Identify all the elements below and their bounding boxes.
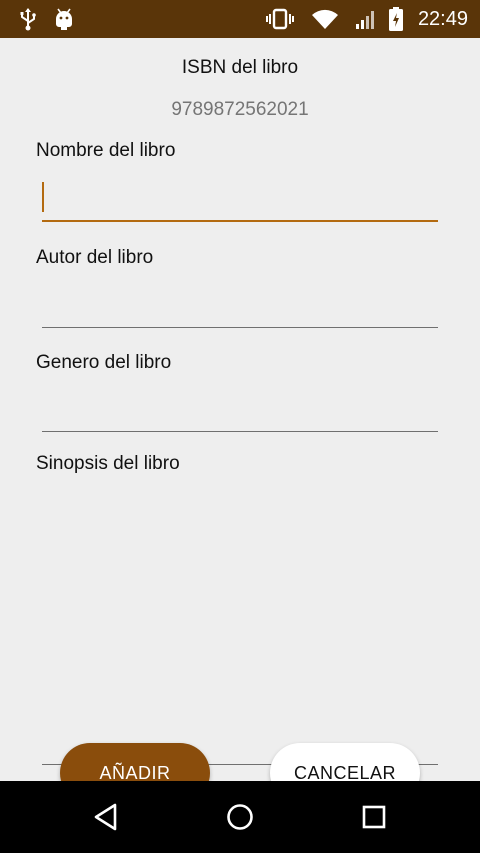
signal-icon bbox=[352, 0, 378, 38]
book-name-field[interactable] bbox=[42, 176, 440, 222]
android-debug-icon bbox=[50, 0, 78, 38]
recents-icon[interactable] bbox=[334, 781, 414, 853]
book-author-label: Autor del libro bbox=[36, 247, 154, 268]
isbn-value: 9789872562021 bbox=[171, 99, 309, 120]
isbn-title: ISBN del libro bbox=[181, 57, 299, 78]
wifi-icon bbox=[310, 0, 340, 38]
navigation-bar bbox=[0, 781, 480, 853]
book-author-input[interactable] bbox=[46, 283, 440, 329]
vibrate-icon bbox=[264, 0, 296, 38]
battery-charging-icon bbox=[386, 0, 406, 38]
book-name-input[interactable] bbox=[46, 176, 440, 222]
book-synopsis-label: Sinopsis del libro bbox=[36, 453, 180, 474]
book-name-label: Nombre del libro bbox=[36, 140, 176, 161]
text-cursor bbox=[42, 182, 44, 212]
home-icon[interactable] bbox=[200, 781, 280, 853]
add-button[interactable]: AÑADIR bbox=[60, 743, 210, 781]
back-icon[interactable] bbox=[66, 781, 146, 853]
book-genre-label: Genero del libro bbox=[36, 352, 172, 373]
status-time: 22:49 bbox=[417, 8, 468, 30]
book-genre-input[interactable] bbox=[46, 387, 440, 433]
status-bar: 22:49 bbox=[0, 0, 480, 38]
usb-icon bbox=[14, 0, 42, 38]
book-genre-field[interactable] bbox=[42, 387, 440, 433]
add-book-form: ISBN del libro 9789872562021 Nombre del … bbox=[0, 38, 480, 781]
cancel-button[interactable]: CANCELAR bbox=[270, 743, 420, 781]
book-author-field[interactable] bbox=[42, 283, 440, 329]
